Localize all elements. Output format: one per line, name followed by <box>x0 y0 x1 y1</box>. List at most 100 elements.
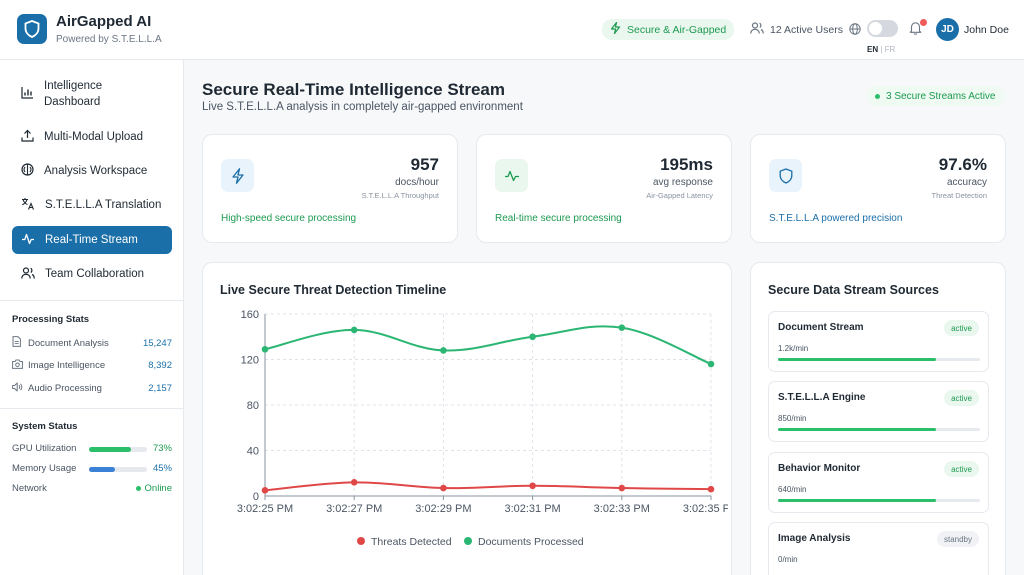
active-users-label: 12 Active Users <box>770 23 843 36</box>
data-point-threats-detected <box>618 484 626 492</box>
user-name[interactable]: John Doe <box>964 24 1009 36</box>
sidebar-item-real-time-stream[interactable]: Real-Time Stream <box>12 226 172 254</box>
sidebar-item-label: Multi-Modal Upload <box>44 131 144 143</box>
source-document-stream[interactable]: Document Stream active 1.2k/min <box>768 311 989 372</box>
series-line-documents-processed <box>264 325 712 365</box>
online-dot <box>135 486 141 491</box>
system-status-title: System Status <box>12 421 78 432</box>
chart-grid <box>264 313 712 497</box>
y-tick-label: 160 <box>241 309 259 321</box>
y-tick-label: 40 <box>247 446 259 458</box>
source-rate: 0/min <box>778 555 798 564</box>
source-rate: 850/min <box>778 414 807 423</box>
lang-en[interactable]: EN <box>867 45 878 54</box>
sidebar-item-team-collaboration[interactable]: Team Collaboration <box>12 262 172 286</box>
language-toggle[interactable] <box>867 20 898 37</box>
stat-value: 15,247 <box>142 337 172 349</box>
app-title: AirGapped AI <box>56 13 152 30</box>
stat-label: Audio Processing <box>28 383 102 394</box>
activity-icon <box>495 159 528 192</box>
source-progress-bar <box>778 358 980 361</box>
lightning-icon <box>221 159 254 192</box>
memory-progress-bar <box>89 467 147 472</box>
app-subtitle: Powered by S.T.E.L.L.A <box>56 34 162 45</box>
stat-value: 2,157 <box>148 383 172 394</box>
metric-card-throughput: 957 docs/hour S.T.E.L.L.A Throughput Hig… <box>202 134 458 243</box>
shield-logo-icon <box>17 14 47 44</box>
upload-icon <box>21 129 34 145</box>
source-progress-bar <box>778 499 980 502</box>
camera-icon <box>12 359 28 372</box>
source-rate: 1.2k/min <box>778 344 809 353</box>
users-icon <box>21 266 35 282</box>
metric-value: 195ms <box>660 155 713 174</box>
source-progress-fill <box>778 358 936 361</box>
gpu-progress-fill <box>89 447 132 452</box>
source-image-analysis[interactable]: Image Analysis standby 0/min <box>768 522 989 575</box>
x-tick-label: 3:02:29 PM <box>415 503 471 515</box>
notification-dot <box>920 19 927 26</box>
metric-footer: High-speed secure processing <box>221 213 357 224</box>
top-header: AirGapped AI Powered by S.T.E.L.L.A Secu… <box>0 0 1024 60</box>
chart-axes: 0 40 80 120 160 3:02:25 PM 3:02:27 PM 3:02:29 P… <box>237 309 728 515</box>
metric-value: 97.6% <box>938 155 987 174</box>
source-progress-bar <box>778 428 980 431</box>
sidebar-item-multi-modal-upload[interactable]: Multi-Modal Upload <box>12 125 172 149</box>
globe-icon[interactable] <box>849 22 861 40</box>
status-badge: active <box>944 390 979 406</box>
gpu-progress-bar <box>89 447 147 452</box>
status-badge: standby <box>936 531 979 547</box>
data-point-threats-detected <box>261 487 269 494</box>
source-stella-engine[interactable]: S.T.E.L.L.A Engine active 850/min <box>768 381 989 442</box>
timeline-title: Live Secure Threat Detection Timeline <box>220 283 447 297</box>
lang-fr[interactable]: FR <box>885 45 896 54</box>
data-point-documents-processed <box>707 360 715 368</box>
y-tick-label: 0 <box>253 491 259 503</box>
status-badge: active <box>944 461 979 477</box>
source-name: S.T.E.L.L.A Engine <box>778 392 866 403</box>
data-point-threats-detected <box>350 479 358 486</box>
sidebar-divider <box>0 300 184 301</box>
source-progress-fill <box>778 499 936 502</box>
data-point-threats-detected <box>707 485 715 493</box>
metric-value: 957 <box>410 155 439 174</box>
metric-footer: S.T.E.L.L.A powered precision <box>769 213 903 224</box>
translate-icon <box>21 197 35 213</box>
sidebar-item-label: Analysis Workspace <box>44 165 148 177</box>
sidebar-item-stella-translation[interactable]: S.T.E.L.L.A Translation <box>12 193 172 217</box>
source-progress-fill <box>778 428 936 431</box>
metric-unit: avg response <box>652 177 713 188</box>
y-tick-label: 80 <box>247 400 259 412</box>
network-label: Network <box>12 483 47 494</box>
sidebar-item-label: S.T.E.L.L.A Translation <box>45 199 162 211</box>
shield-icon <box>769 159 802 192</box>
avatar[interactable]: JD <box>936 18 959 41</box>
metric-caption: Threat Detection <box>931 191 987 200</box>
speaker-icon <box>12 382 28 395</box>
data-point-threats-detected <box>529 482 536 490</box>
legend-marker <box>464 537 472 545</box>
data-point-documents-processed <box>618 324 626 331</box>
network-online: Online <box>135 483 172 494</box>
source-behavior-monitor[interactable]: Behavior Monitor active 640/min <box>768 452 989 513</box>
secure-status-label: Secure & Air-Gapped <box>627 23 727 36</box>
data-point-documents-processed <box>350 326 358 334</box>
gpu-utilization: GPU Utilization 73% <box>12 443 172 457</box>
users-icon <box>750 22 764 37</box>
x-tick-label: 3:02:35 PM <box>683 503 728 515</box>
metric-unit: accuracy <box>946 177 987 188</box>
sidebar-item-analysis-workspace[interactable]: Analysis Workspace <box>12 159 172 183</box>
network-status: Network Online <box>12 483 172 497</box>
chart-series <box>261 324 715 494</box>
sidebar-item-intelligence-dashboard[interactable]: Intelligence Dashboard <box>12 76 172 112</box>
x-tick-label: 3:02:31 PM <box>504 503 560 515</box>
threat-timeline-chart: 0 40 80 120 160 3:02:25 PM 3:02:27 PM 3:02:29 P… <box>237 309 728 548</box>
stat-audio-processing: Audio Processing 2,157 <box>12 382 172 395</box>
streams-active-badge: 3 Secure Streams Active <box>867 86 1004 106</box>
source-name: Image Analysis <box>778 533 851 544</box>
lightning-icon <box>610 21 621 37</box>
x-tick-label: 3:02:33 PM <box>594 503 650 515</box>
sidebar-item-label: Intelligence Dashboard <box>44 80 103 108</box>
stat-label: Image Intelligence <box>28 360 106 371</box>
data-point-documents-processed <box>529 333 536 341</box>
